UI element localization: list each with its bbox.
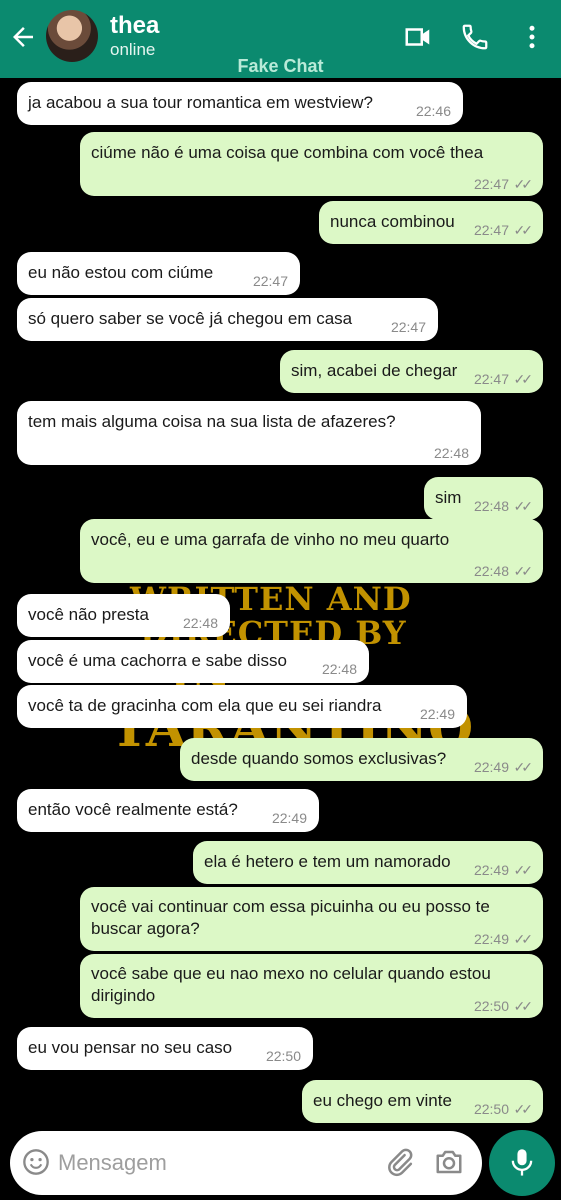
- message-outgoing[interactable]: ela é hetero e tem um namorado 22:49 ✓✓: [193, 841, 543, 884]
- message-text: tem mais alguma coisa na sua lista de af…: [28, 412, 396, 431]
- message-text: então você realmente está?: [28, 800, 238, 819]
- message-text: você não presta: [28, 605, 149, 624]
- message-text: ciúme não é uma coisa que combina com vo…: [91, 143, 484, 162]
- message-text: eu não estou com ciúme: [28, 263, 214, 282]
- message-time: 22:47: [473, 176, 509, 192]
- watermark: Fake Chat: [237, 56, 324, 76]
- message-outgoing[interactable]: você vai continuar com essa picuinha ou …: [80, 887, 543, 951]
- message-text: ela é hetero e tem um namorado: [204, 852, 451, 871]
- phone-icon[interactable]: [460, 22, 490, 52]
- message-text: sim: [435, 488, 462, 507]
- message-text: você ta de gracinha com ela que eu sei r…: [28, 696, 382, 715]
- message-text: você é uma cachorra e sabe disso: [28, 651, 287, 670]
- attach-icon[interactable]: [384, 1147, 414, 1177]
- message-time: 22:49: [419, 706, 455, 722]
- read-ticks-icon: ✓✓: [513, 563, 534, 579]
- message-incoming[interactable]: tem mais alguma coisa na sua lista de af…: [17, 401, 481, 465]
- message-time: 22:48: [473, 498, 509, 514]
- message-time: 22:47: [390, 319, 426, 335]
- message-incoming[interactable]: você ta de gracinha com ela que eu sei r…: [17, 685, 467, 728]
- message-time: 22:48: [473, 563, 509, 579]
- message-outgoing[interactable]: sim, acabei de chegar 22:47 ✓✓: [280, 350, 543, 393]
- message-incoming[interactable]: só quero saber se você já chegou em casa…: [17, 298, 438, 341]
- message-incoming[interactable]: você não presta 22:48: [17, 594, 230, 637]
- read-ticks-icon: ✓✓: [513, 759, 534, 775]
- message-time: 22:50: [265, 1048, 301, 1064]
- avatar[interactable]: [46, 10, 98, 62]
- video-call-icon[interactable]: [403, 22, 433, 52]
- message-time: 22:48: [433, 445, 469, 461]
- read-ticks-icon: ✓✓: [513, 862, 534, 878]
- read-ticks-icon: ✓✓: [513, 1101, 534, 1117]
- emoji-icon[interactable]: [22, 1148, 50, 1176]
- message-time: 22:48: [182, 615, 218, 631]
- message-time: 22:47: [252, 273, 288, 289]
- message-text: você, eu e uma garrafa de vinho no meu q…: [91, 530, 450, 549]
- message-time: 22:50: [473, 1101, 509, 1117]
- read-ticks-icon: ✓✓: [513, 371, 534, 387]
- message-time: 22:47: [473, 222, 509, 238]
- message-text: sim, acabei de chegar: [291, 361, 458, 380]
- message-text: eu chego em vinte: [313, 1091, 452, 1110]
- message-outgoing[interactable]: desde quando somos exclusivas? 22:49 ✓✓: [180, 738, 543, 781]
- more-options-icon[interactable]: [517, 22, 547, 52]
- read-ticks-icon: ✓✓: [513, 498, 534, 514]
- message-time: 22:50: [473, 998, 509, 1014]
- message-incoming[interactable]: então você realmente está? 22:49: [17, 789, 319, 832]
- message-time: 22:47: [473, 371, 509, 387]
- message-composer[interactable]: Mensagem: [10, 1131, 482, 1195]
- microphone-button[interactable]: [489, 1130, 555, 1196]
- microphone-icon: [511, 1149, 533, 1176]
- message-outgoing[interactable]: ciúme não é uma coisa que combina com vo…: [80, 132, 543, 196]
- message-time: 22:48: [321, 661, 357, 677]
- read-ticks-icon: ✓✓: [513, 176, 534, 192]
- message-incoming[interactable]: ja acabou a sua tour romantica em westvi…: [17, 82, 463, 125]
- message-time: 22:49: [473, 862, 509, 878]
- message-time: 22:49: [473, 931, 509, 947]
- contact-name[interactable]: thea: [110, 12, 159, 40]
- message-text: nunca combinou: [330, 212, 455, 231]
- camera-icon[interactable]: [434, 1147, 464, 1177]
- message-text: você sabe que eu nao mexo no celular qua…: [91, 964, 491, 1005]
- message-text: eu vou pensar no seu caso: [28, 1038, 233, 1057]
- message-outgoing[interactable]: nunca combinou 22:47 ✓✓: [319, 201, 543, 244]
- message-text: você vai continuar com essa picuinha ou …: [91, 897, 490, 938]
- message-text: só quero saber se você já chegou em casa: [28, 309, 353, 328]
- message-outgoing[interactable]: você, eu e uma garrafa de vinho no meu q…: [80, 519, 543, 583]
- message-text: ja acabou a sua tour romantica em westvi…: [28, 93, 373, 112]
- message-outgoing[interactable]: sim 22:48 ✓✓: [424, 477, 543, 520]
- message-outgoing[interactable]: você sabe que eu nao mexo no celular qua…: [80, 954, 543, 1018]
- message-time: 22:46: [415, 103, 451, 119]
- back-arrow-icon[interactable]: [8, 22, 38, 52]
- message-text: desde quando somos exclusivas?: [191, 749, 447, 768]
- message-incoming[interactable]: eu vou pensar no seu caso 22:50: [17, 1027, 313, 1070]
- read-ticks-icon: ✓✓: [513, 931, 534, 947]
- message-outgoing[interactable]: eu chego em vinte 22:50 ✓✓: [302, 1080, 543, 1123]
- message-time: 22:49: [473, 759, 509, 775]
- message-time: 22:49: [271, 810, 307, 826]
- message-incoming[interactable]: você é uma cachorra e sabe disso 22:48: [17, 640, 369, 683]
- read-ticks-icon: ✓✓: [513, 222, 534, 238]
- read-ticks-icon: ✓✓: [513, 998, 534, 1014]
- message-incoming[interactable]: eu não estou com ciúme 22:47: [17, 252, 300, 295]
- message-input[interactable]: Mensagem: [58, 1150, 167, 1176]
